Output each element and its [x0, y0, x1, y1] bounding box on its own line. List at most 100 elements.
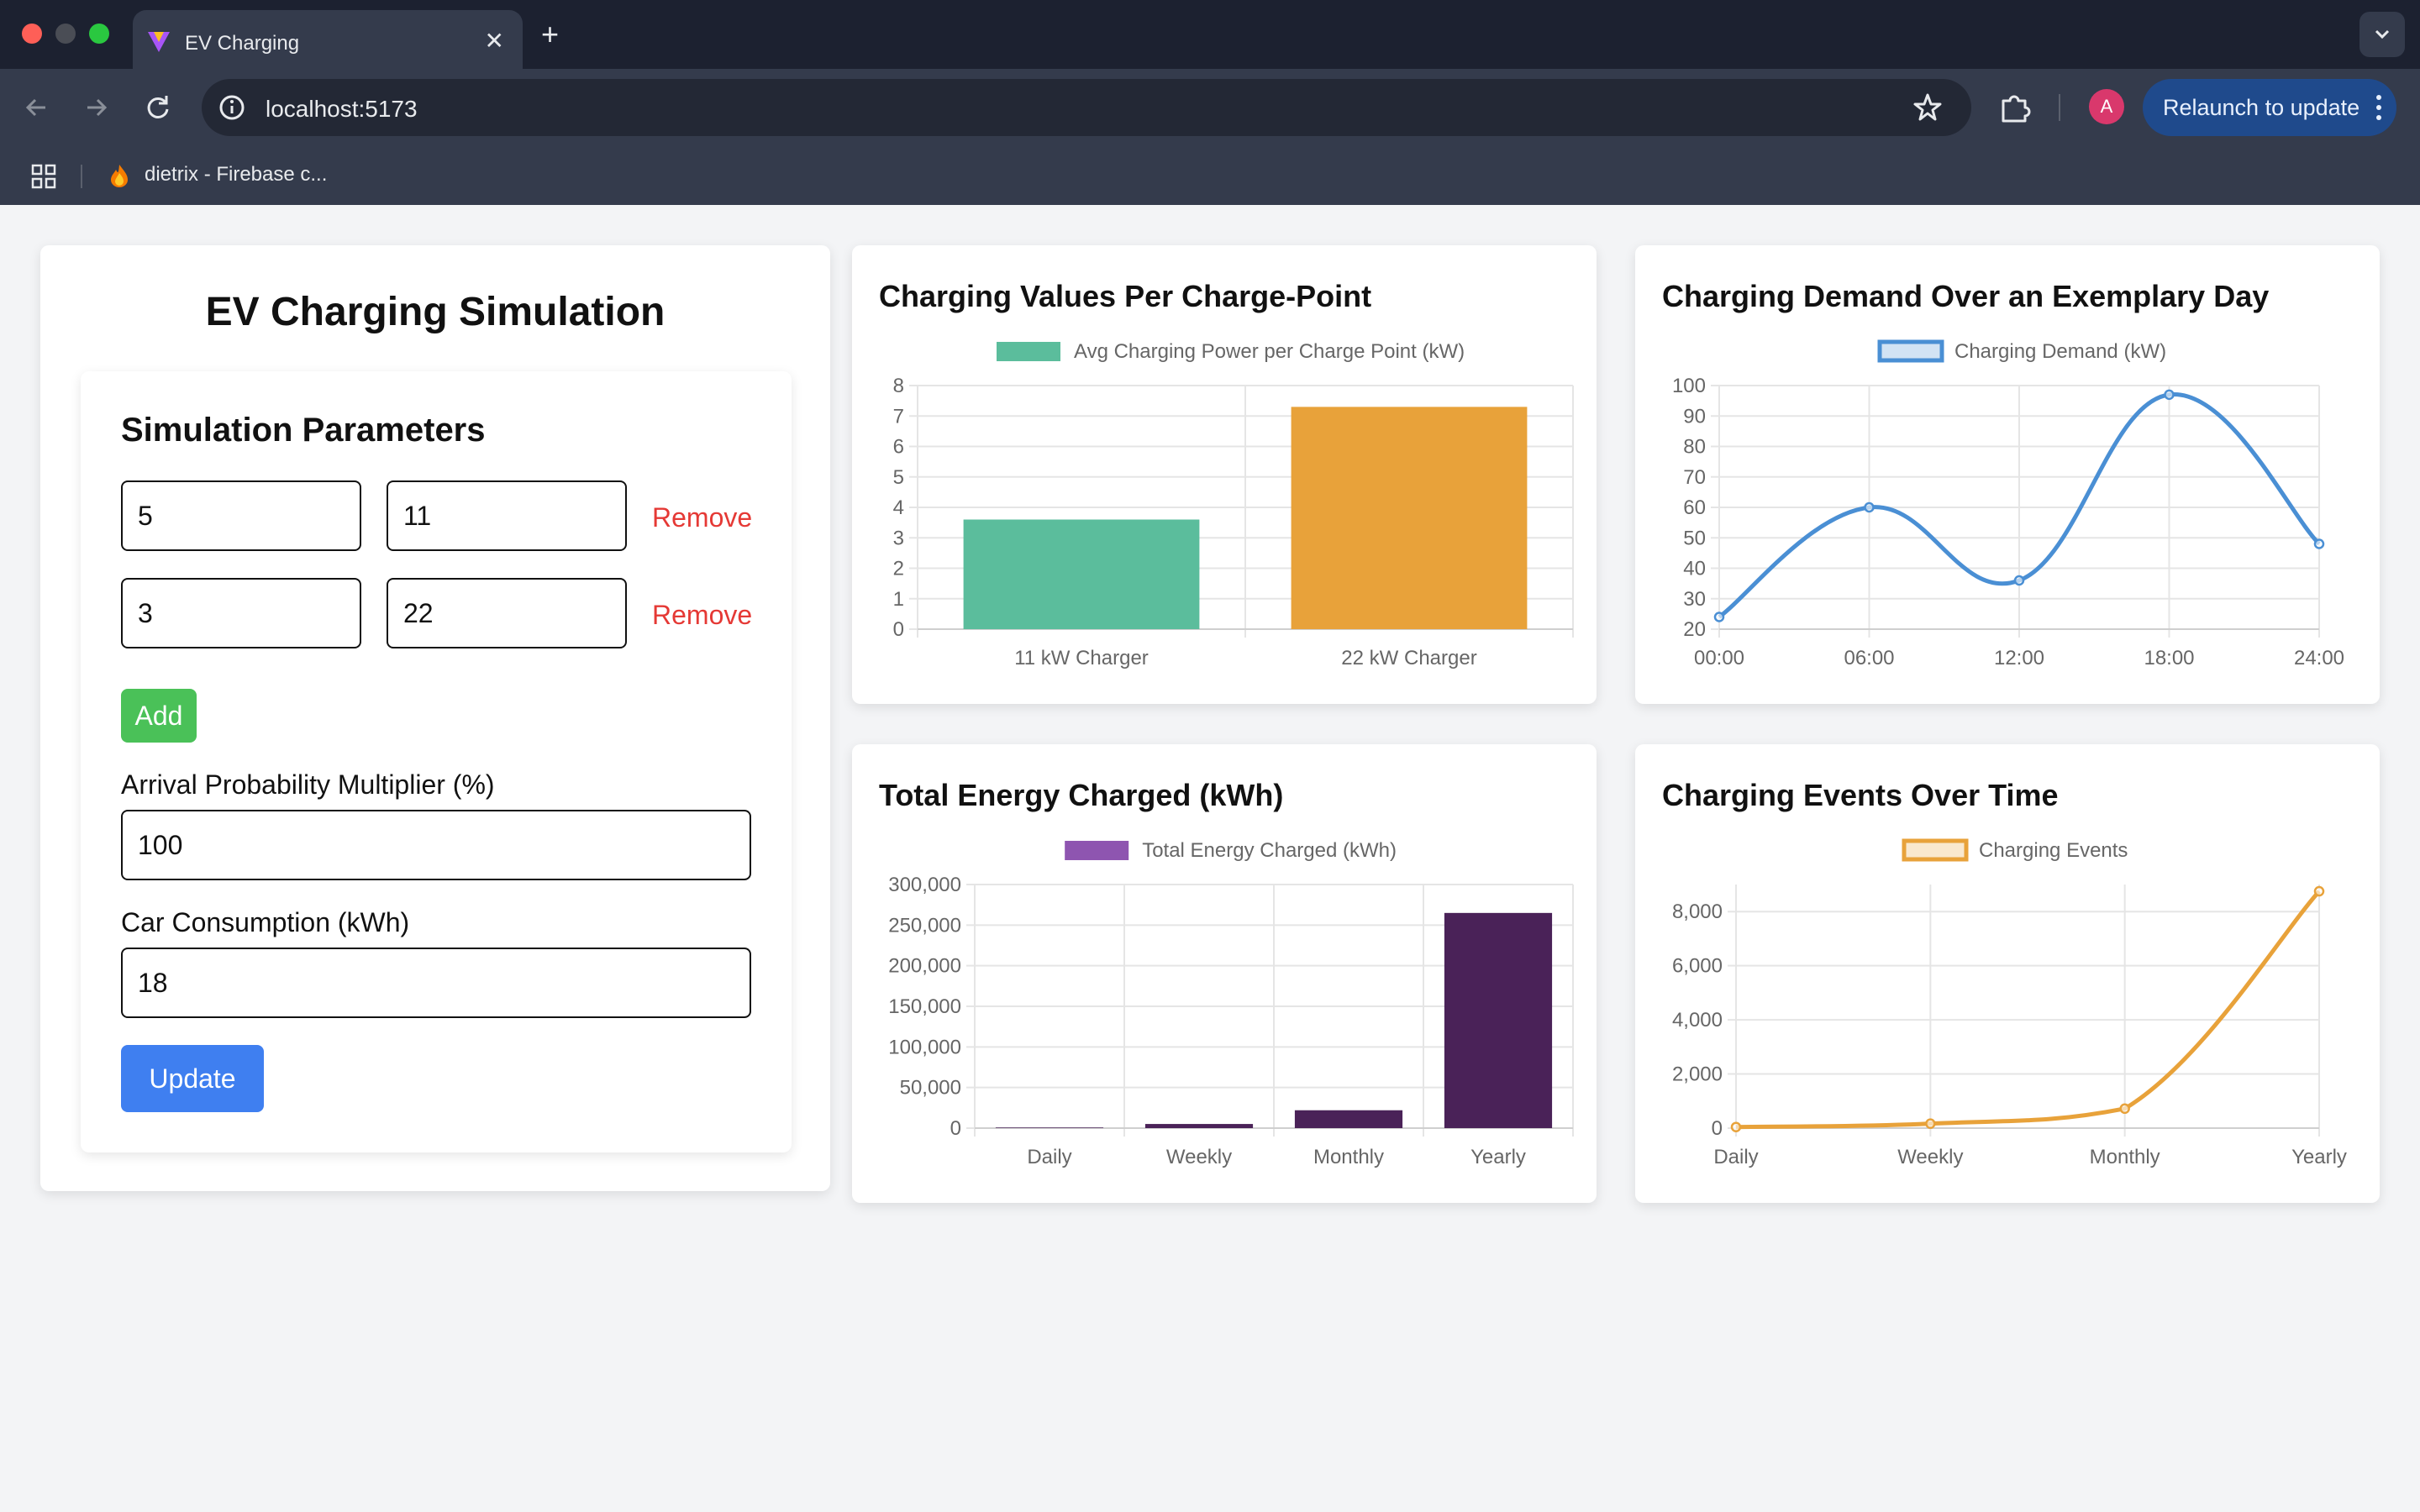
y-tick-label: 60	[1683, 496, 1706, 519]
y-tick-label: 1	[893, 588, 904, 611]
charger-power-input[interactable]	[387, 578, 627, 648]
y-tick-label: 20	[1683, 618, 1706, 641]
window-maximize-button[interactable]	[89, 24, 109, 44]
x-tick-label: 12:00	[1994, 647, 2044, 669]
reload-icon[interactable]	[138, 87, 178, 128]
demand-chart-card: Charging Demand Over an Exemplary Day Ch…	[1635, 245, 2380, 704]
power-chart-card: Charging Values Per Charge-Point Avg Cha…	[852, 245, 1597, 704]
window-close-button[interactable]	[22, 24, 42, 44]
legend-label: Total Energy Charged (kWh)	[1142, 839, 1397, 862]
bar	[1444, 912, 1553, 1128]
y-tick-label: 70	[1683, 466, 1706, 489]
y-tick-label: 8,000	[1672, 900, 1723, 923]
remove-charger-button[interactable]: Remove	[652, 502, 752, 533]
car-consumption-input[interactable]	[121, 948, 751, 1018]
y-tick-label: 90	[1683, 405, 1706, 428]
data-point	[1925, 1118, 1936, 1129]
arrival-multiplier-label: Arrival Probability Multiplier (%)	[121, 769, 495, 800]
bookmark-star-icon[interactable]	[1911, 91, 1944, 124]
legend-swatch	[1065, 841, 1129, 860]
power-bar-chart: Avg Charging Power per Charge Point (kW)…	[893, 340, 1574, 669]
x-tick-label: Yearly	[2291, 1146, 2347, 1168]
legend-label: Charging Events	[1979, 839, 2128, 862]
toolbar-separator	[2059, 94, 2060, 121]
x-tick-label: Monthly	[2090, 1146, 2160, 1168]
y-tick-label: 100,000	[888, 1036, 961, 1058]
parameters-heading: Simulation Parameters	[121, 412, 486, 449]
x-tick-label: 24:00	[2294, 647, 2344, 669]
site-info-icon[interactable]	[215, 91, 249, 124]
relaunch-button[interactable]: Relaunch to update	[2143, 79, 2396, 136]
data-point	[2119, 1103, 2130, 1115]
data-point	[1713, 612, 1725, 622]
browser-tab[interactable]: EV Charging ✕	[133, 10, 523, 69]
y-tick-label: 80	[1683, 436, 1706, 459]
charger-power-input[interactable]	[387, 480, 627, 551]
y-tick-label: 30	[1683, 588, 1706, 611]
y-tick-label: 200,000	[888, 955, 961, 978]
bar	[963, 519, 1200, 629]
y-tick-label: 2	[893, 558, 904, 580]
events-chart-card: Charging Events Over Time Charging Event…	[1635, 744, 2380, 1203]
chevron-down-icon	[2375, 29, 2390, 39]
extensions-puzzle-icon[interactable]	[1996, 89, 2033, 126]
url-text: localhost:5173	[266, 96, 418, 122]
y-tick-label: 6,000	[1672, 955, 1723, 978]
bar	[995, 1127, 1104, 1128]
new-tab-icon[interactable]: +	[541, 17, 559, 52]
charger-count-input[interactable]	[121, 578, 361, 648]
x-tick-label: Weekly	[1897, 1146, 1963, 1168]
bookmark-item-label[interactable]: dietrix - Firebase c...	[145, 163, 327, 186]
bar	[1144, 1124, 1254, 1128]
demand-line-chart: Charging Demand (kW) 20 30 40 50 60 70 80 90 100 0…	[1672, 339, 2344, 669]
back-arrow-icon[interactable]	[17, 87, 57, 128]
x-tick-label: Daily	[1027, 1146, 1071, 1168]
x-tick-label: 18:00	[2144, 647, 2194, 669]
y-tick-label: 2,000	[1672, 1063, 1723, 1086]
y-tick-label: 50,000	[900, 1077, 961, 1100]
apps-grid-icon[interactable]	[30, 163, 57, 190]
kebab-menu-icon[interactable]	[2373, 91, 2385, 124]
data-point	[1864, 501, 1875, 513]
forward-arrow-icon[interactable]	[76, 87, 116, 128]
bar	[1294, 1110, 1403, 1128]
y-tick-label: 0	[950, 1117, 961, 1140]
x-tick-label: 11 kW Charger	[1014, 647, 1149, 669]
y-tick-label: 7	[893, 405, 904, 428]
y-tick-label: 100	[1672, 375, 1706, 397]
address-bar[interactable]: localhost:5173	[202, 79, 1971, 136]
update-button[interactable]: Update	[121, 1045, 264, 1112]
tab-close-icon[interactable]: ✕	[485, 27, 504, 55]
data-point	[2313, 538, 2325, 549]
car-consumption-label: Car Consumption (kWh)	[121, 907, 410, 937]
x-tick-label: Daily	[1713, 1146, 1758, 1168]
data-point	[1730, 1121, 1742, 1132]
data-point	[2164, 389, 2175, 401]
arrival-multiplier-input[interactable]	[121, 810, 751, 880]
bar	[1291, 407, 1528, 629]
tab-search-button[interactable]	[2360, 12, 2405, 57]
profile-avatar[interactable]: A	[2089, 89, 2124, 124]
y-tick-label: 0	[893, 618, 904, 641]
y-tick-label: 0	[1712, 1117, 1723, 1140]
browser-chrome: EV Charging ✕ + localhost:5173 A Relaunc…	[0, 0, 2420, 205]
remove-charger-button[interactable]: Remove	[652, 600, 752, 631]
x-tick-label: 22 kW Charger	[1341, 647, 1476, 669]
vite-logo-icon	[148, 32, 170, 52]
x-tick-label: Weekly	[1166, 1146, 1232, 1168]
tab-title: EV Charging	[185, 32, 300, 55]
y-tick-label: 40	[1683, 558, 1706, 580]
y-tick-label: 3	[893, 527, 904, 549]
add-charger-button[interactable]: Add	[121, 689, 197, 743]
legend-swatch	[997, 342, 1060, 361]
firebase-flame-icon	[111, 165, 128, 187]
charger-count-input[interactable]	[121, 480, 361, 551]
page-title: EV Charging Simulation	[205, 290, 666, 334]
relaunch-label: Relaunch to update	[2163, 95, 2360, 120]
y-tick-label: 150,000	[888, 995, 961, 1018]
y-tick-label: 6	[893, 436, 904, 459]
window-minimize-button[interactable]	[55, 24, 76, 44]
legend-label: Charging Demand (kW)	[1954, 340, 2166, 363]
bookmarks-bar: dietrix - Firebase c...	[0, 146, 2420, 205]
y-tick-label: 4	[893, 496, 904, 519]
